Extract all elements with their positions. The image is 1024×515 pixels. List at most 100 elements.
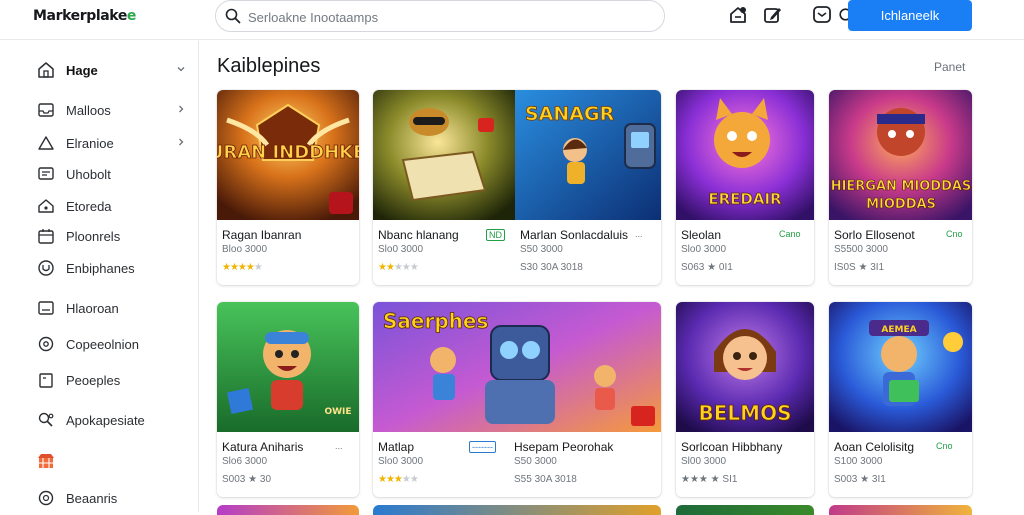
card-title: Sorlo Ellosenot xyxy=(834,228,915,242)
card-rating: S003 ★ 3I1 xyxy=(834,474,886,485)
sidebar-item-circle[interactable]: Copeeolnion xyxy=(0,329,198,359)
list-icon xyxy=(38,301,54,315)
app-logo[interactable]: Markerplakee xyxy=(33,8,136,24)
sidebar-item-coins[interactable]: Beaanris xyxy=(0,483,198,513)
game-thumbnail: SANAGR xyxy=(515,90,661,220)
home-icon xyxy=(38,62,54,78)
card-badge: ------- xyxy=(469,441,496,453)
card-title: Marlan Sonlacdaluis xyxy=(520,228,629,242)
sidebar-item-label: Copeeolnion xyxy=(66,337,140,352)
calendar-icon xyxy=(38,229,54,244)
search-people-icon xyxy=(38,412,54,427)
logo-text: Markerplake xyxy=(33,8,127,24)
game-card[interactable]: OWIE Katura Aniharis ... Slo6 3000 S003 … xyxy=(217,302,359,497)
card-subtitle: S100 3000 xyxy=(834,456,883,467)
card-badge: ... xyxy=(635,229,643,239)
card-art-title: OWIE xyxy=(324,407,351,417)
sidebar-item-label: Malloos xyxy=(66,103,111,118)
coin-icon xyxy=(38,490,54,506)
rating-stars: ★★★★★ xyxy=(378,262,419,273)
game-thumbnail: HIERGAN MIODDAS MIODDAS xyxy=(829,90,972,220)
game-card-peek[interactable] xyxy=(373,505,661,515)
circle-icon xyxy=(38,336,54,352)
chevron-down-icon xyxy=(177,67,185,72)
card-title: Katura Aniharis xyxy=(222,440,304,454)
game-thumbnail: AEMEA xyxy=(829,302,972,432)
sidebar-item-store[interactable]: Etoreda xyxy=(0,191,198,221)
game-card[interactable]: Nbanc hlanang ND Slo0 3000 ★★★★★ xyxy=(373,90,517,285)
primary-action-button[interactable]: Ichlaneelk xyxy=(848,0,972,31)
card-rating: S063 ★ 0I1 xyxy=(681,262,733,273)
sidebar-item-home[interactable]: Hage xyxy=(0,55,198,85)
card-art-title: HIBURAN INDDHKBOIA xyxy=(217,142,359,163)
game-card[interactable]: Hsepam Peorohak S50 3000 S55 30A 3018 xyxy=(509,302,661,497)
logo-accent: e xyxy=(126,8,137,24)
sidebar-item-label: Peoeples xyxy=(66,373,121,388)
see-more-link[interactable]: Panet xyxy=(934,60,965,74)
card-badge: Cno xyxy=(946,229,963,239)
game-card-double[interactable]: Nbanc hlanang ND Slo0 3000 ★★★★★ SANAGR … xyxy=(373,90,661,285)
card-title: Matlap xyxy=(378,440,415,454)
search-input[interactable] xyxy=(248,7,628,27)
game-card[interactable]: EREDAIR Sleolan Cano Slo0 3000 S063 ★ 0I… xyxy=(676,90,814,285)
game-card[interactable]: SANAGR Marlan Sonlacdaluis ... S50 3000 … xyxy=(515,90,661,285)
card-badge: ... xyxy=(335,441,343,451)
card-subtitle: Slo0 3000 xyxy=(681,244,727,255)
sidebar-item-inbox[interactable]: Malloos xyxy=(0,95,198,125)
search-bar[interactable] xyxy=(215,0,875,32)
game-card[interactable]: BELMOS Sorlcoan Hibbhany Sl00 3000 ★★★ ★… xyxy=(676,302,814,497)
card-rating: S003 ★ 30 xyxy=(222,474,271,485)
store-icon xyxy=(38,454,54,468)
sidebar: Hage Malloos Elranioe Uhobolt Etoreda Pl… xyxy=(0,41,199,512)
game-card[interactable]: HIERGAN MIODDAS MIODDAS Sorlo Ellosenot … xyxy=(829,90,972,285)
triangle-icon xyxy=(38,136,54,150)
card-subtitle: S5500 3000 xyxy=(834,244,888,255)
page-title: Kaiblepines xyxy=(217,55,321,77)
card-subtitle: Slo6 3000 xyxy=(222,456,268,467)
card-subtitle: Bloo 3000 xyxy=(222,244,268,255)
notifications-icon[interactable] xyxy=(727,4,749,26)
game-thumbnail: HIBURAN INDDHKBOIA xyxy=(217,90,359,220)
sidebar-item-list[interactable]: Hlaoroan xyxy=(0,293,198,323)
card-art-title: EREDAIR xyxy=(708,190,782,208)
sidebar-item-people[interactable]: Apokapesiate xyxy=(0,405,198,435)
card-rating: S55 30A 3018 xyxy=(514,474,577,485)
game-card-double[interactable]: Saerphes Matlap ------- Slo0 3000 ★★★★★ … xyxy=(373,302,661,497)
sidebar-item-book[interactable]: Peoeples xyxy=(0,365,198,395)
game-thumbnail: OWIE xyxy=(217,302,359,432)
game-thumbnail: BELMOS xyxy=(676,302,814,432)
sidebar-item-explore[interactable]: Elranioe xyxy=(0,128,198,158)
sidebar-item-label: Apokapesiate xyxy=(66,413,145,428)
card-rating: IS0S ★ 3I1 xyxy=(834,262,885,273)
inbox-icon xyxy=(38,103,54,117)
card-title: Sorlcoan Hibbhany xyxy=(681,440,783,454)
top-bar: Markerplakee Ichlaneelk xyxy=(0,0,1024,40)
messages-icon[interactable] xyxy=(811,4,833,26)
game-card-peek[interactable] xyxy=(676,505,814,515)
sidebar-item-shield[interactable]: Enbiphanes xyxy=(0,253,198,283)
card-subtitle: Slo0 3000 xyxy=(378,244,424,255)
sidebar-item-label: Enbiphanes xyxy=(66,261,135,276)
game-card-peek[interactable] xyxy=(829,505,972,515)
edit-icon[interactable] xyxy=(762,4,784,26)
game-card[interactable]: Matlap ------- Slo0 3000 ★★★★★ xyxy=(373,302,517,497)
game-card[interactable]: AEMEA Aoan Celolisitg Cno S100 3000 S003… xyxy=(829,302,972,497)
chat-icon xyxy=(38,167,54,180)
card-rating: ★★★★★ xyxy=(378,262,419,273)
sidebar-item-label: Uhobolt xyxy=(66,167,111,182)
sidebar-item-chat[interactable]: Uhobolt xyxy=(0,159,198,189)
card-title: Nbanc hlanang xyxy=(378,228,459,242)
chevron-right-icon xyxy=(179,138,184,146)
sidebar-item-shop[interactable] xyxy=(0,446,198,476)
card-badge: Cno xyxy=(936,441,953,451)
card-rating: ★★★★★ xyxy=(222,262,263,273)
card-rating: ★★★ ★ SI1 xyxy=(681,474,738,485)
game-thumbnail xyxy=(373,90,517,220)
card-title: Ragan Ibanran xyxy=(222,228,302,242)
sidebar-item-label: Hlaoroan xyxy=(66,301,119,316)
book-icon xyxy=(39,373,53,388)
game-card[interactable]: HIBURAN INDDHKBOIA Ragan Ibanran Bloo 30… xyxy=(217,90,359,285)
game-card-peek[interactable] xyxy=(217,505,359,515)
sidebar-item-calendar[interactable]: Ploonrels xyxy=(0,221,198,251)
sidebar-item-label: Hage xyxy=(66,63,98,78)
